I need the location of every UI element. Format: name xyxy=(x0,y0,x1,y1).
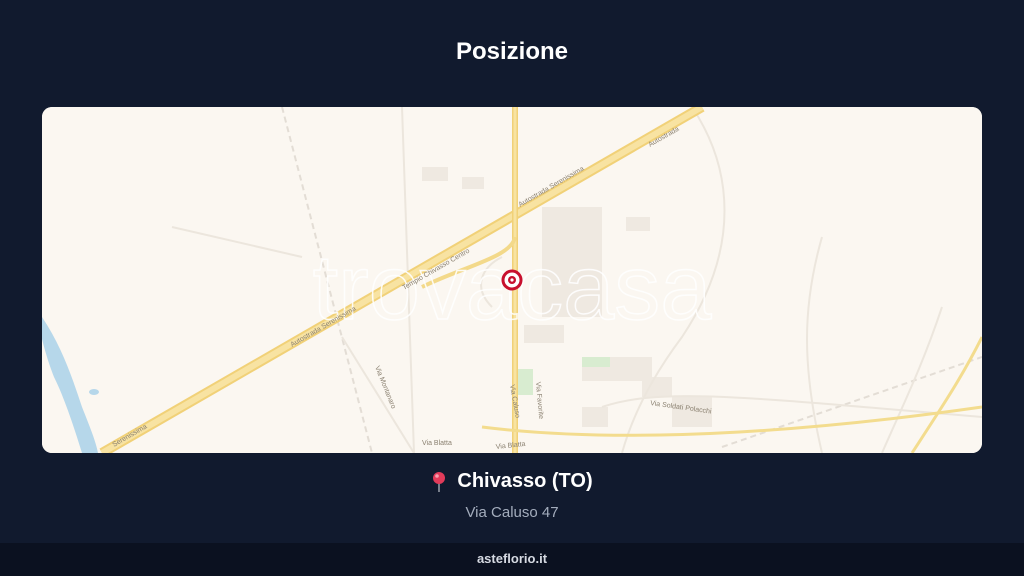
location-map[interactable]: trovacasa Autostrada Autostrada Sereniss… xyxy=(42,107,982,453)
location-info: Chivasso (TO) Via Caluso 47 xyxy=(0,470,1024,521)
road-label: Via Blatta xyxy=(422,440,452,447)
map-marker-icon[interactable] xyxy=(501,269,523,291)
footer-brand[interactable]: asteflorio.it xyxy=(477,551,547,566)
street-address: Via Caluso 47 xyxy=(465,503,559,521)
pushpin-icon xyxy=(431,471,447,493)
page-title: Posizione xyxy=(455,38,569,65)
pond xyxy=(89,389,99,395)
city-name: Chivasso (TO) xyxy=(457,470,593,492)
footer: asteflorio.it xyxy=(0,543,1024,576)
map-canvas: trovacasa Autostrada Autostrada Sereniss… xyxy=(42,107,982,453)
